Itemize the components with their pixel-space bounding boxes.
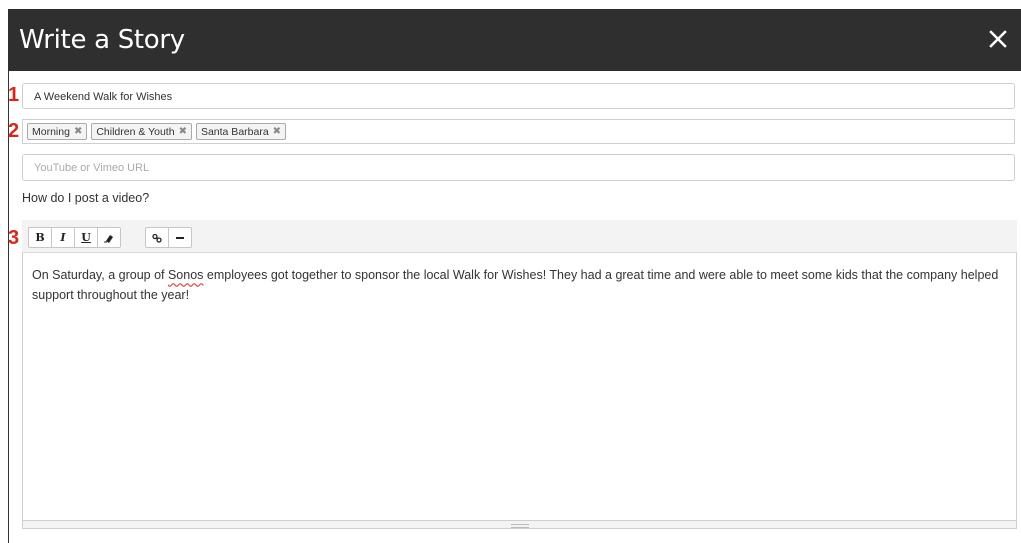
story-title-input[interactable]: A Weekend Walk for Wishes bbox=[22, 83, 1015, 109]
video-url-placeholder: YouTube or Vimeo URL bbox=[34, 162, 150, 174]
close-button[interactable] bbox=[983, 24, 1013, 54]
bold-button[interactable]: B bbox=[29, 228, 52, 247]
annotation-marker-1: 1 bbox=[8, 84, 20, 106]
tags-input[interactable]: Morning ✖ Children & Youth ✖ Santa Barba… bbox=[22, 119, 1015, 144]
tag-santa-barbara: Santa Barbara ✖ bbox=[195, 123, 287, 140]
story-body-text: On Saturday, a group of Sonos employees … bbox=[32, 265, 1006, 305]
tag-label: Santa Barbara bbox=[200, 125, 269, 138]
annotation-marker-3: 3 bbox=[8, 227, 20, 249]
dialog-header: Write a Story bbox=[8, 9, 1021, 71]
editor-toolbar: B I U bbox=[22, 220, 1017, 253]
story-title-value: A Weekend Walk for Wishes bbox=[34, 91, 173, 103]
remove-icon[interactable]: ✖ bbox=[273, 126, 281, 137]
story-body-text-start: On Saturday, a group of bbox=[32, 268, 168, 282]
resize-grip-icon bbox=[511, 524, 529, 528]
tag-label: Morning bbox=[32, 125, 70, 138]
dialog-title: Write a Story bbox=[19, 25, 185, 55]
editor-resize-handle[interactable] bbox=[22, 520, 1017, 529]
link-icon bbox=[152, 233, 162, 243]
horizontal-rule-button[interactable] bbox=[169, 228, 191, 247]
eraser-icon bbox=[104, 234, 113, 243]
insert-button-group bbox=[145, 227, 192, 248]
link-button[interactable] bbox=[146, 228, 169, 247]
annotation-marker-2: 2 bbox=[8, 120, 20, 142]
underline-button[interactable]: U bbox=[75, 228, 98, 247]
story-body-editor[interactable]: On Saturday, a group of Sonos employees … bbox=[22, 253, 1017, 529]
remove-icon[interactable]: ✖ bbox=[179, 126, 187, 137]
write-story-dialog: Write a Story 1 2 3 A Weekend Walk for W… bbox=[0, 0, 1021, 543]
tag-label: Children & Youth bbox=[96, 125, 175, 138]
format-button-group: B I U bbox=[28, 227, 121, 248]
video-url-input[interactable]: YouTube or Vimeo URL bbox=[22, 154, 1015, 181]
horizontal-rule-icon bbox=[176, 236, 184, 239]
remove-icon[interactable]: ✖ bbox=[74, 126, 82, 137]
spellcheck-word[interactable]: Sonos bbox=[168, 268, 203, 282]
clear-format-button[interactable] bbox=[98, 228, 120, 247]
close-icon bbox=[989, 30, 1007, 48]
italic-button[interactable]: I bbox=[52, 228, 75, 247]
tag-children-youth: Children & Youth ✖ bbox=[91, 123, 192, 140]
tag-morning: Morning ✖ bbox=[27, 123, 88, 140]
video-help-link[interactable]: How do I post a video? bbox=[22, 191, 149, 205]
